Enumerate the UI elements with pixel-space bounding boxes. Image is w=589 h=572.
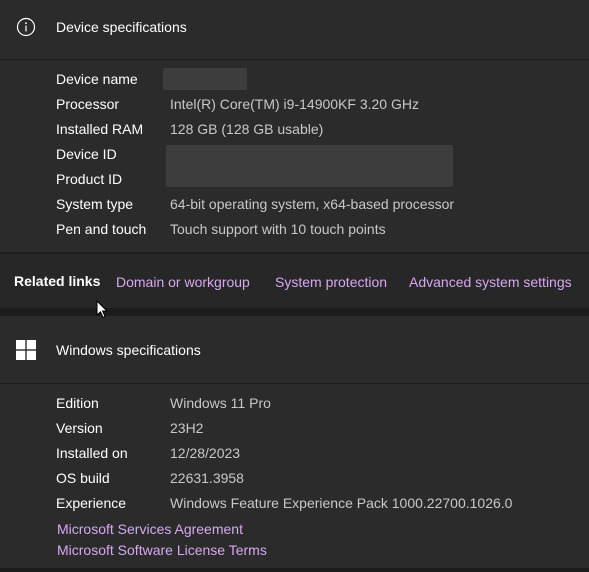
spec-value: Windows 11 Pro (170, 394, 271, 411)
domain-or-workgroup-link[interactable]: Domain or workgroup (116, 274, 250, 290)
microsoft-services-agreement-link[interactable]: Microsoft Services Agreement (57, 521, 243, 537)
mouse-cursor-icon (96, 299, 109, 324)
windows-logo-icon (15, 339, 37, 361)
redacted-device-name (163, 68, 247, 90)
microsoft-software-license-terms-link[interactable]: Microsoft Software License Terms (57, 542, 267, 558)
spec-value: Touch support with 10 touch points (170, 220, 386, 237)
spec-value: 12/28/2023 (170, 444, 241, 461)
windows-specifications-header[interactable]: Windows specifications (0, 323, 589, 377)
info-icon (15, 16, 37, 38)
windows-specifications-title: Windows specifications (56, 342, 201, 358)
divider (0, 59, 589, 60)
spec-label: OS build (56, 469, 110, 486)
spec-value: Intel(R) Core(TM) i9-14900KF 3.20 GHz (170, 95, 419, 112)
spec-value: 23H2 (170, 419, 204, 436)
spec-value: 22631.3958 (170, 469, 244, 486)
spec-label: Version (56, 419, 103, 436)
spec-label: Installed RAM (56, 120, 144, 137)
spec-label: Product ID (56, 170, 123, 187)
device-specifications-card: Device specifications Device name Proces… (0, 0, 589, 252)
spec-label: Device ID (56, 145, 117, 162)
windows-specifications-card: Windows specifications Edition Windows 1… (0, 316, 589, 568)
device-specifications-title: Device specifications (56, 19, 187, 35)
spec-label: Pen and touch (56, 220, 147, 237)
redacted-device-product-id (166, 145, 453, 187)
device-specifications-header[interactable]: Device specifications (0, 0, 589, 54)
related-links-bar: Related links Domain or workgroup System… (0, 254, 589, 308)
spec-label: Experience (56, 494, 127, 511)
spec-label: System type (56, 195, 134, 212)
spec-value: 64-bit operating system, x64-based proce… (170, 195, 455, 212)
spec-label: Device name (56, 70, 138, 87)
system-protection-link[interactable]: System protection (275, 274, 387, 290)
related-links-title: Related links (14, 273, 101, 289)
advanced-system-settings-link[interactable]: Advanced system settings (409, 274, 572, 290)
divider (0, 383, 589, 384)
spec-label: Installed on (56, 444, 128, 461)
spec-label: Processor (56, 95, 120, 112)
spec-value: Windows Feature Experience Pack 1000.227… (170, 494, 513, 511)
spec-value: 128 GB (128 GB usable) (170, 120, 324, 137)
spec-label: Edition (56, 394, 99, 411)
